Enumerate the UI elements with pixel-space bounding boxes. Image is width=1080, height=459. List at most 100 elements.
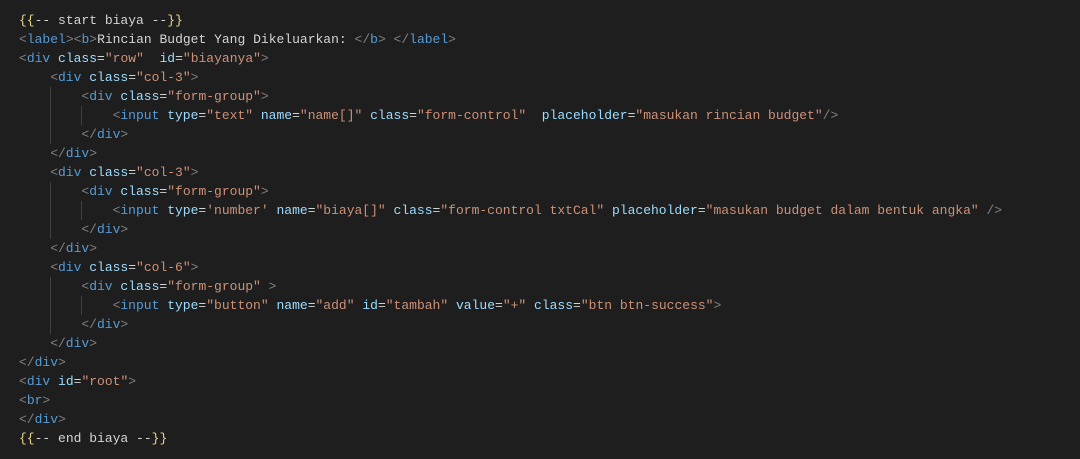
code-token: > [128, 374, 137, 389]
indent-guide [19, 296, 50, 315]
indent-guide [19, 125, 50, 144]
code-token: placeholder [541, 108, 628, 123]
code-line[interactable]: < div class = "col-3" > [19, 68, 1002, 87]
code-token: < [19, 393, 27, 408]
code-line[interactable]: < label >< b > Rincian Budget Yang Dikeluarka… [19, 30, 1002, 49]
indent-guide [19, 315, 50, 334]
code-token: "btn btn-success" [580, 298, 714, 313]
code-line[interactable]: < input type ='number' name = "biaya[]" clas… [19, 201, 1002, 220]
code-token: = [198, 108, 207, 123]
indent-guide [50, 87, 81, 106]
code-line[interactable]: < input type = "text" name = "name[]" class = "… [19, 106, 1002, 125]
code-token: "masukan rincian budget" [635, 108, 823, 123]
code-line[interactable]: < div class = "form-group" > [19, 277, 1002, 296]
code-token: div [26, 51, 51, 66]
code-token: /> [822, 108, 839, 123]
code-line[interactable]: < div class = "form-group" > [19, 182, 1002, 201]
code-token: < [112, 298, 121, 313]
code-token: > [190, 260, 199, 275]
code-token: /> [986, 203, 1003, 218]
code-token: = [292, 108, 300, 123]
code-token: placeholder [612, 203, 698, 218]
code-line[interactable]: < input type = "button" name = "add" id = "tamb… [19, 296, 1002, 315]
code-line[interactable]: </div > [19, 353, 1002, 372]
code-line[interactable]: </div > [19, 144, 1002, 163]
code-token: "name[]" [299, 108, 363, 123]
code-token: > [89, 336, 98, 351]
indent-guide [50, 315, 81, 334]
code-token: </ [354, 32, 371, 47]
code-line[interactable]: < div class = "row" id = "biayanya" > [19, 49, 1002, 68]
code-token: class [370, 108, 410, 123]
code-token: > [190, 70, 199, 85]
code-token: > [190, 165, 199, 180]
code-line[interactable]: < div id = "root" > [19, 372, 1002, 391]
code-token: div [58, 165, 82, 180]
code-token: </ [50, 336, 66, 351]
code-token: = [697, 203, 706, 218]
code-token: > [89, 146, 98, 161]
code-line[interactable]: {{-- end biaya --}} [19, 429, 1002, 448]
indent-guide [19, 182, 50, 201]
code-token: = [573, 298, 581, 313]
code-token: id [362, 298, 378, 313]
code-line[interactable]: </div > [19, 334, 1002, 353]
code-token: "add" [315, 298, 355, 313]
code-token: label [409, 32, 449, 47]
code-token: name [276, 298, 308, 313]
code-token: "col-3" [136, 165, 191, 180]
code-token: = [128, 165, 137, 180]
code-token: "form-group" [167, 89, 261, 104]
code-token: = [627, 108, 636, 123]
indent-guide [50, 125, 81, 144]
indent-guide [81, 106, 112, 125]
code-token: div [26, 374, 51, 389]
code-line[interactable]: < br > [19, 391, 1002, 410]
code-token: < [81, 184, 90, 199]
code-token: input [120, 108, 160, 123]
code-line[interactable]: {{-- start biaya --}} [19, 11, 1002, 30]
code-token: > </ [377, 32, 410, 47]
code-line[interactable]: </div > [19, 410, 1002, 429]
code-line[interactable]: </div > [19, 239, 1002, 258]
code-token: </ [81, 222, 97, 237]
code-token: < [112, 203, 121, 218]
code-token: class [393, 203, 433, 218]
code-token: id [58, 374, 74, 389]
code-token: name [260, 108, 293, 123]
code-token: div [65, 241, 90, 256]
code-token: "tambah" [385, 298, 449, 313]
code-token: {{ [19, 13, 35, 28]
code-line[interactable]: </div > [19, 125, 1002, 144]
code-line[interactable]: </div > [19, 315, 1002, 334]
code-line[interactable]: </div > [19, 220, 1002, 239]
code-line[interactable]: < div class = "form-group" > [19, 87, 1002, 106]
code-token: >< [65, 32, 82, 47]
code-token: > [448, 32, 456, 47]
code-line[interactable]: < div class = "col-6" > [19, 258, 1002, 277]
code-token: "row" [104, 51, 144, 66]
code-line[interactable]: < div class = "col-3" > [19, 163, 1002, 182]
code-token: < [81, 279, 90, 294]
code-token: > [260, 89, 269, 104]
code-token: < [81, 89, 90, 104]
code-token: > [120, 127, 129, 142]
code-token: div [34, 412, 59, 427]
code-token: div [89, 279, 113, 294]
indent-guide [19, 334, 50, 353]
code-token: > [42, 393, 51, 408]
code-token: "form-group" [167, 184, 261, 199]
code-editor[interactable]: {{-- start biaya --}} < label >< b > Rincian B… [19, 11, 1002, 448]
code-token: input [120, 203, 160, 218]
code-token: = [377, 298, 386, 313]
code-token: > [713, 298, 722, 313]
